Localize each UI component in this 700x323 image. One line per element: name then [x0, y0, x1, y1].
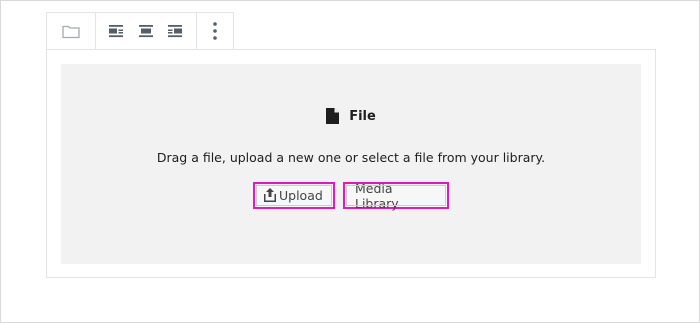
- block-type-button[interactable]: [59, 19, 83, 43]
- align-left-button[interactable]: [104, 19, 128, 43]
- placeholder-instructions: Drag a file, upload a new one or select …: [156, 150, 546, 165]
- align-right-icon: [168, 25, 183, 38]
- upload-icon: [264, 188, 276, 202]
- more-options-icon: [213, 22, 217, 40]
- align-right-button[interactable]: [163, 19, 187, 43]
- file-icon: [326, 108, 340, 124]
- more-options-button[interactable]: [203, 19, 227, 43]
- block-toolbar: [46, 12, 234, 49]
- toolbar-group-alignment: [96, 13, 198, 49]
- placeholder-title: File: [349, 108, 376, 124]
- file-block[interactable]: File Drag a file, upload a new one or se…: [46, 49, 656, 278]
- media-library-button[interactable]: Media Library: [343, 180, 449, 211]
- align-left-icon: [109, 25, 124, 38]
- toolbar-group-block-type: [47, 13, 96, 49]
- placeholder-actions: Upload Media Library: [61, 180, 641, 211]
- align-center-button[interactable]: [134, 19, 158, 43]
- file-placeholder: File Drag a file, upload a new one or se…: [61, 64, 641, 264]
- toolbar-group-more: [197, 13, 233, 49]
- upload-label: Upload: [279, 188, 323, 203]
- upload-button[interactable]: Upload: [253, 182, 335, 209]
- media-library-label: Media Library: [355, 180, 399, 211]
- align-center-icon: [138, 25, 153, 38]
- placeholder-label: File: [61, 108, 641, 124]
- folder-icon: [62, 25, 80, 39]
